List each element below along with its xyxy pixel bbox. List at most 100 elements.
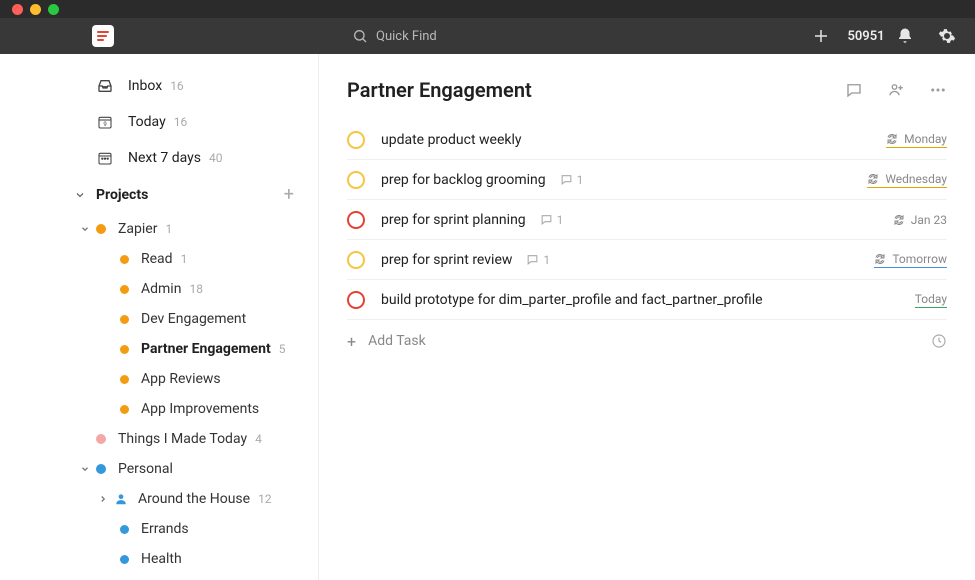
due-label: Today (915, 292, 947, 306)
recurring-icon (893, 214, 905, 226)
sidebar-project-health[interactable]: Health (0, 544, 318, 574)
project-color-dot (96, 434, 106, 444)
calendar-today-icon: 9 (96, 114, 114, 130)
task-comments[interactable]: 1 (540, 213, 564, 227)
sidebar-project-partner-engagement[interactable]: Partner Engagement 5 (0, 334, 318, 364)
plus-icon: + (347, 332, 356, 351)
project-label: Zapier (118, 221, 157, 237)
task-label: update product weekly (381, 132, 522, 148)
project-color-dot (120, 315, 129, 324)
projects-label: Projects (96, 187, 148, 203)
task-row[interactable]: build prototype for dim_parter_profile a… (347, 280, 947, 320)
sidebar-item-next7days[interactable]: Next 7 days 40 (0, 140, 318, 176)
shared-icon (114, 492, 128, 506)
project-color-dot (120, 525, 129, 534)
task-row[interactable]: prep for backlog grooming 1 Wednesday (347, 160, 947, 200)
sidebar-project-dev-engagement[interactable]: Dev Engagement (0, 304, 318, 334)
due-label: Jan 23 (911, 213, 947, 227)
project-label: App Improvements (141, 401, 259, 417)
task-row[interactable]: prep for sprint review 1 Tomorrow (347, 240, 947, 280)
sidebar-item-inbox[interactable]: Inbox 16 (0, 68, 318, 104)
calendar-icon (96, 150, 114, 166)
sidebar-item-label: Next 7 days (128, 150, 201, 166)
add-task-button[interactable]: + Add Task (347, 320, 947, 362)
task-row[interactable]: update product weekly Monday (347, 120, 947, 160)
task-due[interactable]: Jan 23 (893, 213, 947, 227)
due-label: Monday (904, 132, 947, 146)
project-label: Things I Made Today (118, 431, 247, 447)
sidebar-project-things-i-made-today[interactable]: Things I Made Today 4 (0, 424, 318, 454)
project-count: 12 (258, 492, 272, 506)
projects-section-header[interactable]: Projects + (0, 176, 318, 214)
project-label: Health (141, 551, 182, 567)
project-label: App Reviews (141, 371, 221, 387)
sidebar-project-around-the-house[interactable]: Around the House 12 (0, 484, 318, 514)
content-header: Partner Engagement (347, 78, 947, 102)
window-close-button[interactable] (12, 4, 23, 15)
add-task-label: Add Task (368, 333, 426, 349)
notifications-icon[interactable] (895, 26, 915, 46)
project-label: Partner Engagement (141, 341, 271, 357)
sidebar-item-count: 16 (174, 115, 188, 129)
task-due[interactable]: Monday (886, 132, 947, 148)
comment-icon (526, 253, 539, 266)
task-checkbox[interactable] (347, 211, 365, 229)
app-logo[interactable] (92, 25, 114, 47)
more-options-icon[interactable] (929, 81, 947, 99)
task-checkbox[interactable] (347, 131, 365, 149)
svg-text:9: 9 (103, 121, 106, 128)
sidebar-project-app-reviews[interactable]: App Reviews (0, 364, 318, 394)
task-checkbox[interactable] (347, 291, 365, 309)
karma-counter[interactable]: 50951 (853, 26, 873, 46)
project-label: Read (141, 251, 173, 267)
comments-icon[interactable] (845, 81, 863, 99)
search-input[interactable]: Quick Find (352, 28, 437, 44)
project-count: 5 (279, 342, 286, 356)
task-due[interactable]: Today (915, 292, 947, 308)
task-label: prep for sprint planning (381, 212, 526, 228)
task-label: build prototype for dim_parter_profile a… (381, 292, 763, 308)
sidebar-item-count: 40 (209, 151, 223, 165)
comment-count: 1 (543, 253, 550, 267)
sidebar-project-read[interactable]: Read 1 (0, 244, 318, 274)
task-checkbox[interactable] (347, 171, 365, 189)
page-title: Partner Engagement (347, 78, 532, 102)
project-count: 1 (165, 222, 172, 236)
task-label: prep for backlog grooming (381, 172, 546, 188)
window-minimize-button[interactable] (30, 4, 41, 15)
sidebar-item-today[interactable]: 9 Today 16 (0, 104, 318, 140)
sidebar-project-personal[interactable]: Personal (0, 454, 318, 484)
sidebar-project-zapier[interactable]: Zapier 1 (0, 214, 318, 244)
sidebar-project-admin[interactable]: Admin 18 (0, 274, 318, 304)
settings-icon[interactable] (937, 26, 957, 46)
task-row[interactable]: prep for sprint planning 1 Jan 23 (347, 200, 947, 240)
karma-count: 50951 (847, 29, 884, 44)
chevron-right-icon (98, 494, 110, 504)
project-count: 1 (181, 252, 188, 266)
comment-icon (560, 173, 573, 186)
project-color-dot (96, 224, 106, 234)
chevron-down-icon (80, 224, 92, 234)
due-label: Wednesday (885, 172, 947, 186)
sidebar-project-errands[interactable]: Errands (0, 514, 318, 544)
task-due[interactable]: Wednesday (867, 172, 947, 188)
project-color-dot (120, 255, 129, 264)
task-due[interactable]: Tomorrow (874, 252, 947, 268)
project-color-dot (96, 464, 106, 474)
window-maximize-button[interactable] (48, 4, 59, 15)
project-color-dot (120, 555, 129, 564)
project-label: Errands (141, 521, 189, 537)
task-label: prep for sprint review (381, 252, 512, 268)
task-comments[interactable]: 1 (560, 173, 584, 187)
share-project-icon[interactable] (887, 81, 905, 99)
recurring-icon (867, 173, 879, 185)
sidebar-project-app-improvements[interactable]: App Improvements (0, 394, 318, 424)
task-comments[interactable]: 1 (526, 253, 550, 267)
task-checkbox[interactable] (347, 251, 365, 269)
add-task-icon[interactable] (811, 26, 831, 46)
project-color-dot (120, 405, 129, 414)
search-placeholder: Quick Find (376, 29, 437, 44)
history-icon[interactable] (931, 333, 947, 349)
chevron-down-icon (80, 464, 92, 474)
add-project-icon[interactable]: + (284, 186, 294, 204)
